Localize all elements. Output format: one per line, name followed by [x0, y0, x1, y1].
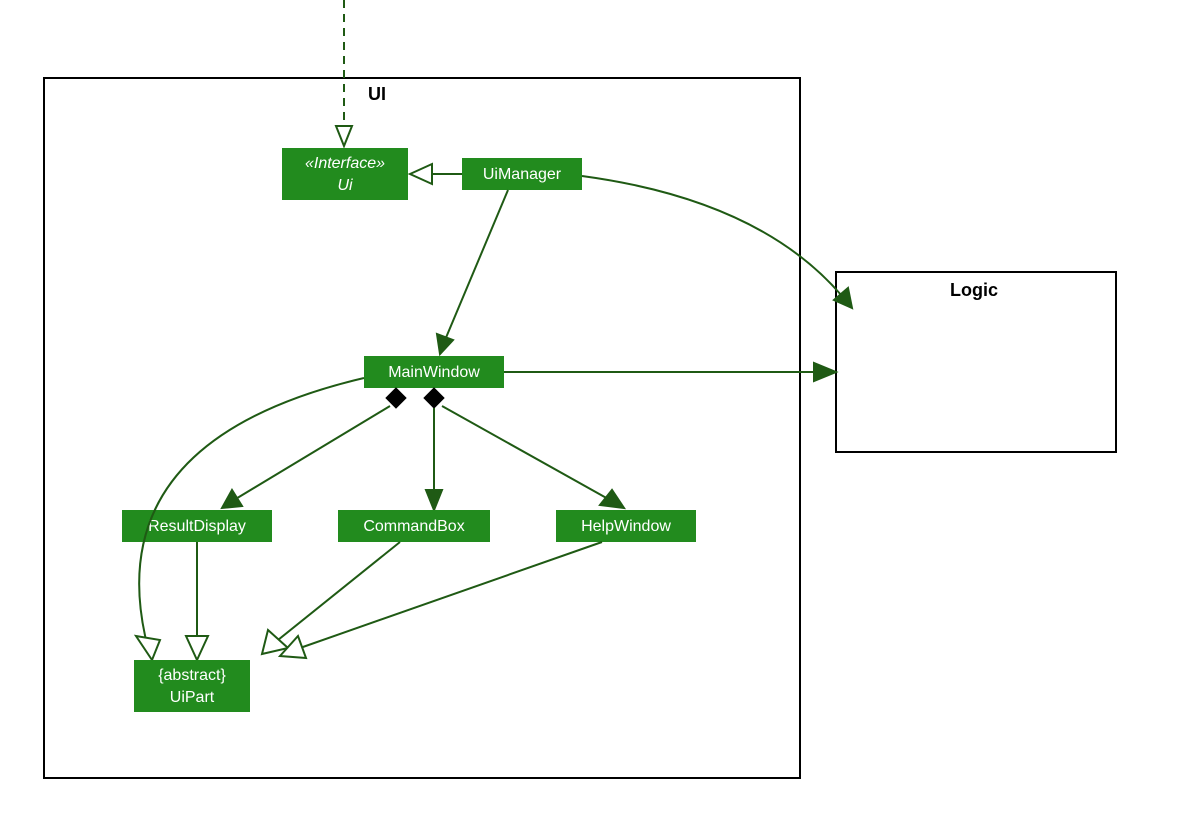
node-uimanager: UiManager [462, 158, 582, 190]
node-helpwindow: HelpWindow [556, 510, 696, 542]
svg-text:CommandBox: CommandBox [363, 518, 464, 535]
mainwindow-diamond-left [386, 388, 406, 408]
edge-external-to-ui-arrow [336, 126, 352, 146]
edge-mainwindow-to-commandbox-arrow [426, 490, 442, 510]
edge-uimanager-to-mainwindow [445, 190, 508, 340]
svg-text:UiPart: UiPart [170, 689, 215, 706]
mainwindow-diamond-center [424, 388, 444, 408]
svg-text:«Interface»: «Interface» [305, 155, 385, 172]
svg-text:Ui: Ui [337, 177, 353, 194]
logic-package-label: Logic [950, 280, 998, 300]
svg-text:UiManager: UiManager [483, 166, 562, 183]
edge-helpwindow-gen-uipart [300, 542, 602, 648]
edge-commandbox-gen-uipart [278, 542, 400, 640]
svg-text:{abstract}: {abstract} [158, 667, 226, 684]
edge-mainwindow-to-helpwindow [442, 406, 610, 500]
svg-text:ResultDisplay: ResultDisplay [148, 518, 246, 535]
node-mainwindow: MainWindow [364, 356, 504, 388]
svg-text:HelpWindow: HelpWindow [581, 518, 671, 535]
edge-mainwindow-to-resultdisplay [234, 406, 390, 500]
edge-mainwindow-to-logic-arrow [814, 363, 836, 381]
edge-uimanager-to-logic [582, 176, 842, 296]
edge-mainwindow-gen-uipart [139, 378, 364, 640]
node-ui-interface: «Interface» Ui [282, 148, 408, 200]
ui-package-label: UI [368, 84, 386, 104]
edge-uimanager-to-mainwindow-arrow [437, 334, 453, 354]
edge-resultdisplay-gen-uipart-arrow [186, 636, 208, 660]
node-uipart: {abstract} UiPart [134, 660, 250, 712]
edge-mainwindow-gen-uipart-arrow [136, 636, 160, 660]
edge-mainwindow-to-helpwindow-arrow [600, 490, 624, 508]
edge-mainwindow-to-resultdisplay-arrow [222, 490, 242, 508]
svg-text:MainWindow: MainWindow [388, 364, 480, 381]
uml-diagram: UI Logic «Interface» Ui UiManager MainWi… [0, 0, 1184, 820]
edge-uimanager-realize-ui-arrow [410, 164, 432, 184]
node-commandbox: CommandBox [338, 510, 490, 542]
